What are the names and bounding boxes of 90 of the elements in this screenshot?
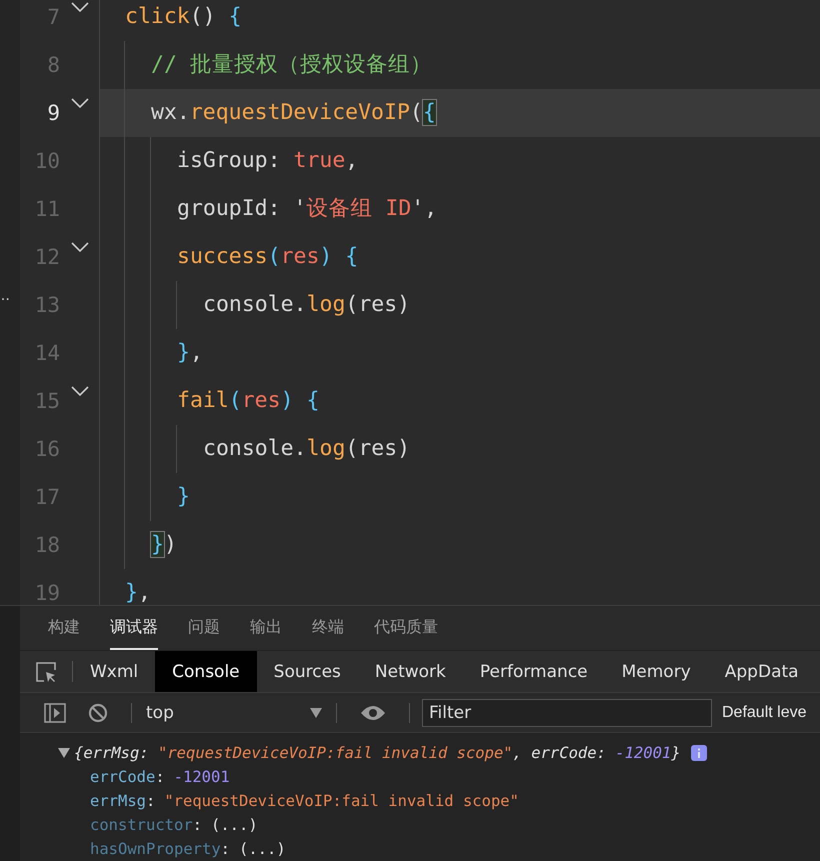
line-number: 15 <box>34 388 60 415</box>
line-number: 8 <box>46 52 60 79</box>
devtools-tab[interactable]: Network <box>358 651 463 692</box>
devtools-tab[interactable]: Memory <box>604 651 708 692</box>
panel-tab[interactable]: 构建 <box>48 606 80 650</box>
code-token: log <box>306 292 346 317</box>
code-token: true <box>294 148 346 173</box>
code-token: { <box>345 244 358 269</box>
property-key: hasOwnProperty <box>90 840 221 858</box>
panel-tab[interactable]: 代码质量 <box>374 606 438 650</box>
line-number: 16 <box>34 436 60 463</box>
property-value: "requestDeviceVoIP:fail invalid scope" <box>164 792 519 810</box>
property-colon: : <box>146 792 156 810</box>
context-select[interactable]: top <box>144 702 324 722</box>
line-number: 9 <box>46 100 60 127</box>
code-token: isGroup: <box>177 148 282 173</box>
line-number: 7 <box>46 4 60 31</box>
code-token: ( <box>228 388 242 413</box>
devtools-tab[interactable]: Wxml <box>73 651 156 692</box>
expand-triangle-icon[interactable] <box>58 748 70 758</box>
line-number: 10 <box>34 148 60 175</box>
code-token: , <box>190 340 203 365</box>
property-key: errMsg <box>90 792 146 810</box>
code-token: () <box>190 4 217 29</box>
panel-tab[interactable]: 输出 <box>250 606 282 650</box>
code-token: , <box>345 148 358 173</box>
code-token: { <box>422 100 436 125</box>
property-value: (...) <box>239 840 286 858</box>
chevron-down-icon[interactable] <box>70 242 88 252</box>
code-token: (res) <box>345 436 410 461</box>
code-token: } <box>177 484 190 509</box>
code-comment: // 批量授权（授权设备组） <box>151 52 432 77</box>
chevron-down-icon[interactable] <box>70 98 88 108</box>
line-number: 19 <box>34 580 60 605</box>
code-token: fail <box>177 388 229 413</box>
dropdown-caret-icon <box>310 708 322 718</box>
line-number: 14 <box>34 340 60 367</box>
code-token: { <box>228 4 242 29</box>
code-token: } <box>177 340 190 365</box>
code-token: { <box>306 388 320 413</box>
property-value: -12001 <box>174 768 230 786</box>
line-number: 18 <box>34 532 60 559</box>
filter-field[interactable]: Filter <box>422 698 712 726</box>
code-token: ( <box>410 100 423 125</box>
code-token: , <box>138 580 151 605</box>
devtools-tab[interactable]: Performance <box>462 651 605 692</box>
chevron-down-icon[interactable] <box>70 2 88 12</box>
panel-tab[interactable]: 终端 <box>312 606 344 650</box>
line-number: 13 <box>34 292 60 319</box>
code-token: } <box>151 532 164 557</box>
code-token: 设备组 ID <box>306 196 412 221</box>
line-number: 12 <box>34 244 60 271</box>
code-token: console. <box>203 292 307 317</box>
code-token: ) <box>319 244 334 269</box>
code-token: wx. <box>151 100 190 125</box>
code-token: res <box>280 244 320 269</box>
devtools-tab[interactable]: Sources <box>256 651 358 692</box>
sidebar-toggle-icon[interactable] <box>44 702 66 722</box>
chevron-down-icon[interactable] <box>70 386 88 396</box>
code-token: ) <box>164 532 177 557</box>
property-colon: : <box>192 816 202 834</box>
devtools-tab[interactable]: Console <box>155 651 257 692</box>
code-token: click <box>125 4 190 29</box>
line-number: 17 <box>34 484 60 511</box>
code-token: log <box>306 436 346 461</box>
property-value: (...) <box>211 816 258 834</box>
code-token: ) <box>280 388 295 413</box>
code-token: groupId: ' <box>177 196 306 221</box>
panel-tab[interactable]: 问题 <box>188 606 220 650</box>
line-number: 11 <box>34 196 60 223</box>
code-token: success <box>177 244 268 269</box>
code-token: requestDeviceVoIP <box>190 100 410 125</box>
inspect-icon[interactable] <box>35 660 57 682</box>
info-icon[interactable] <box>690 745 707 761</box>
code-token: } <box>125 580 138 605</box>
truncated-label: … <box>0 288 10 304</box>
property-key: constructor <box>90 816 193 834</box>
code-token: res <box>242 388 281 413</box>
code-token: console. <box>203 436 307 461</box>
property-colon: : <box>155 768 165 786</box>
code-token: ', <box>411 196 438 221</box>
log-levels-dropdown[interactable]: Default leve <box>722 704 806 722</box>
code-token: (res) <box>345 292 410 317</box>
property-key: errCode <box>90 768 156 786</box>
eye-icon[interactable] <box>360 704 386 720</box>
clear-icon[interactable] <box>88 702 108 722</box>
log-summary: {errMsg: "requestDeviceVoIP:fail invalid scope", errCode: -12001} <box>74 744 681 762</box>
property-colon: : <box>220 840 230 858</box>
devtools-tab[interactable]: AppData <box>708 651 816 692</box>
code-token: ( <box>268 244 281 269</box>
